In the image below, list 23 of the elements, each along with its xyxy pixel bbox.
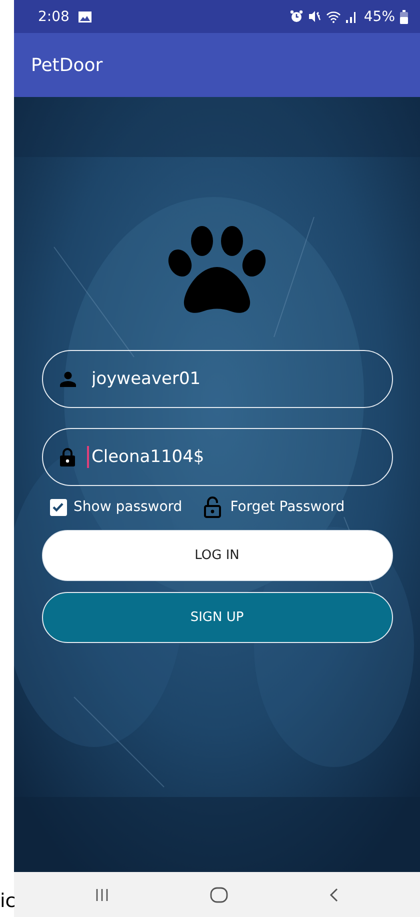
home-icon[interactable] [210, 886, 228, 902]
signal-icon [346, 10, 356, 23]
log-in-button[interactable]: LOG IN [42, 530, 392, 581]
person-icon [60, 371, 76, 387]
lock-icon [60, 448, 74, 466]
recent-apps-icon[interactable] [94, 888, 109, 902]
app-title: PetDoor [31, 54, 103, 76]
partial-text: ic [0, 892, 16, 914]
mute-icon [308, 10, 321, 23]
sign-up-button[interactable]: SIGN UP [42, 592, 392, 643]
username-field[interactable]: joyweaver01 [42, 350, 392, 408]
status-time: 2:08 [38, 8, 70, 24]
alarm-icon [290, 10, 303, 23]
wifi-icon [326, 10, 341, 23]
back-icon[interactable] [329, 886, 340, 902]
battery-percent: 45% [364, 8, 395, 24]
unlocked-lock-icon [204, 496, 222, 518]
check-icon [51, 500, 65, 514]
forget-password-link[interactable]: Forget Password [230, 499, 345, 515]
password-field[interactable]: Cleona1104$ [42, 428, 392, 486]
battery-icon [400, 10, 408, 24]
show-password-label[interactable]: Show password [74, 499, 182, 515]
image-icon [78, 10, 92, 22]
